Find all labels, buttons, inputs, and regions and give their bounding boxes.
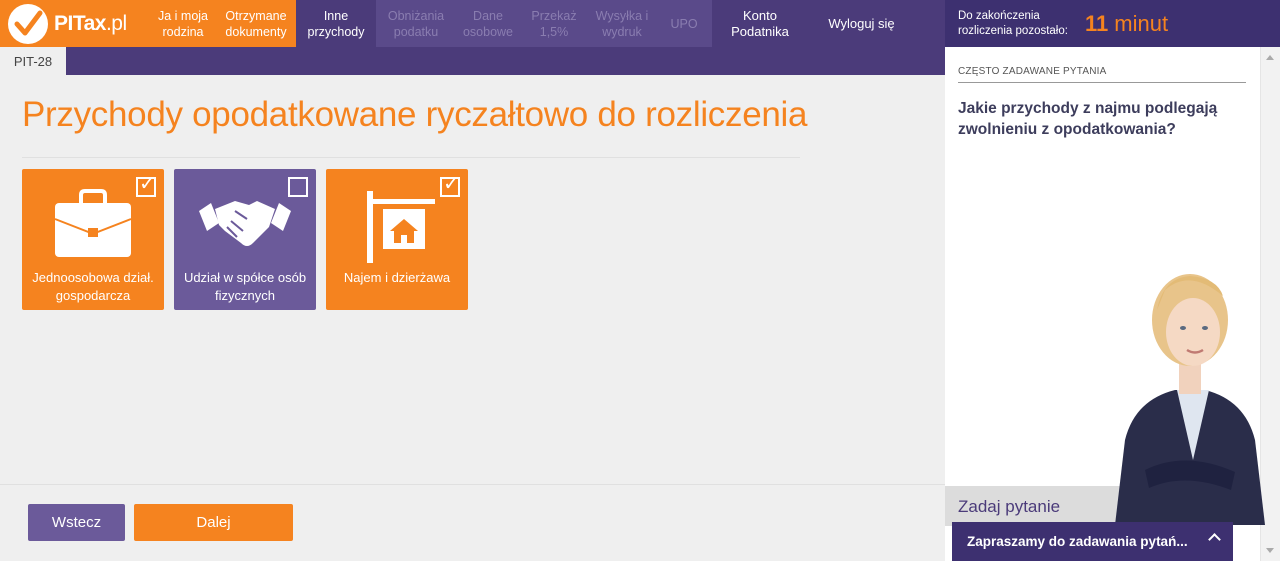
step-obnizania-podatku: Obniżania podatku bbox=[376, 0, 456, 47]
chat-invite-text: Zapraszamy do zadawania pytań... bbox=[967, 534, 1188, 549]
tile-label: Najem i dzierżawa bbox=[343, 270, 451, 285]
briefcase-icon bbox=[22, 189, 164, 259]
session-timer: Do zakończenia rozliczenia pozostało: 11… bbox=[945, 0, 1280, 47]
step-dane-osobowe: Dane osobowe bbox=[456, 0, 520, 47]
tile-jednoosobowa-dzialalnosc[interactable]: ✓ Jednoosobowa dział. gospodarcza bbox=[22, 169, 164, 310]
logout-link[interactable]: Wyloguj się bbox=[808, 0, 915, 47]
step-upo: UPO bbox=[656, 0, 712, 47]
scroll-up-icon[interactable] bbox=[1266, 55, 1274, 60]
tile-udzial-w-spolce[interactable]: Udział w spółce osób fizycznych bbox=[174, 169, 316, 310]
advisor-image bbox=[1115, 274, 1265, 525]
back-button[interactable]: Wstecz bbox=[28, 504, 125, 541]
faq-question-link[interactable]: Jakie przychody z najmu podlegają zwolni… bbox=[958, 98, 1238, 140]
timer-label: Do zakończenia rozliczenia pozostało: bbox=[958, 9, 1068, 37]
form-tabs-bar bbox=[0, 47, 945, 75]
faq-heading: CZĘSTO ZADAWANE PYTANIA bbox=[958, 66, 1107, 77]
wizard-steps: Ja i moja rodzina Otrzymane dokumenty In… bbox=[150, 0, 915, 47]
page-title: Przychody opodatkowane ryczałtowo do roz… bbox=[22, 95, 808, 134]
tile-label: Udział w spółce osób fizycznych bbox=[183, 270, 307, 303]
logo[interactable]: PITax.pl bbox=[0, 0, 150, 47]
tile-label: Jednoosobowa dział. gospodarcza bbox=[32, 270, 154, 303]
step-otrzymane-dokumenty[interactable]: Otrzymane dokumenty bbox=[216, 0, 296, 47]
step-ja-i-moja-rodzina[interactable]: Ja i moja rodzina bbox=[150, 0, 216, 47]
title-divider bbox=[22, 157, 800, 158]
faq-divider bbox=[958, 82, 1246, 83]
chat-invite-bar[interactable]: Zapraszamy do zadawania pytań... bbox=[952, 522, 1233, 561]
checkmark-logo-icon bbox=[8, 3, 48, 44]
step-przekaz-1-5: Przekaż 1,5% bbox=[520, 0, 588, 47]
logo-text: PITax.pl bbox=[54, 11, 127, 35]
step-wysylka-i-wydruk: Wysyłka i wydruk bbox=[588, 0, 656, 47]
konto-podatnika-link[interactable]: Konto Podatnika bbox=[712, 0, 808, 47]
tab-pit-28[interactable]: PIT-28 bbox=[0, 47, 66, 75]
timer-unit: minut bbox=[1114, 10, 1169, 36]
timer-value: 11 bbox=[1085, 10, 1109, 36]
tile-najem-i-dzierzawa[interactable]: ✓ Najem i dzierżawa bbox=[326, 169, 468, 310]
scroll-down-icon[interactable] bbox=[1266, 548, 1274, 553]
chevron-up-icon[interactable] bbox=[1208, 533, 1221, 546]
handshake-icon bbox=[174, 189, 316, 255]
house-sign-icon bbox=[326, 189, 468, 265]
step-inne-przychody[interactable]: Inne przychody bbox=[296, 0, 376, 47]
next-button[interactable]: Dalej bbox=[134, 504, 293, 541]
ask-question-label: Zadaj pytanie bbox=[958, 497, 1061, 516]
